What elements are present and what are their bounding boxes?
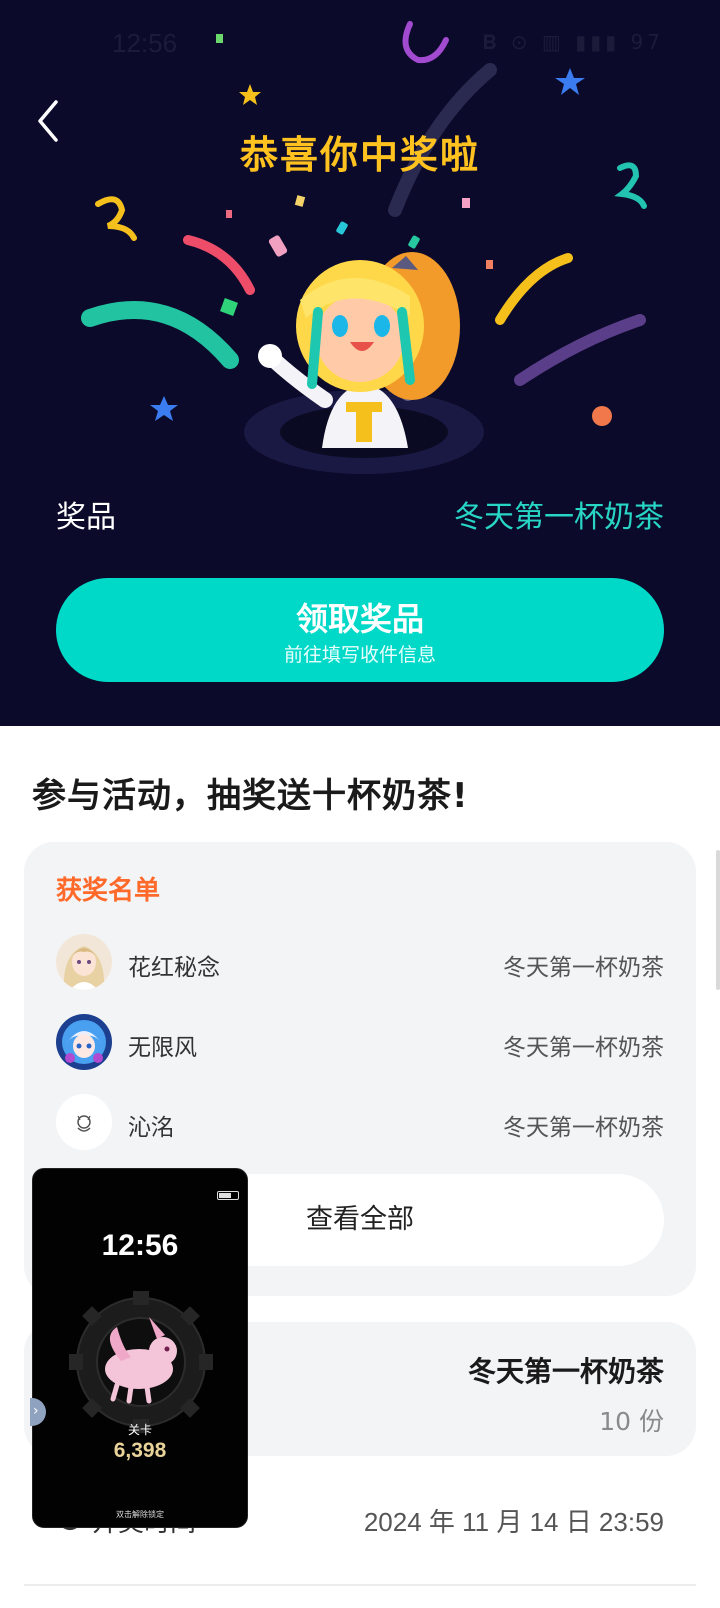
prize-row: 奖品 冬天第一杯奶茶 [56, 486, 664, 535]
avatar [56, 934, 112, 990]
winner-name: 花红秘念 [128, 955, 220, 981]
prize-quantity: 10 份 [599, 1407, 664, 1436]
prize-name: 冬天第一杯奶茶 [467, 1355, 664, 1388]
winner-prize: 冬天第一杯奶茶 [503, 1035, 664, 1061]
claim-button-sublabel: 前往填写收件信息 [283, 644, 436, 666]
winner-row: 沁洺 冬天第一杯奶茶 [56, 1094, 664, 1152]
scrollbar[interactable] [716, 850, 720, 990]
winner-prize: 冬天第一杯奶茶 [503, 1115, 664, 1141]
avatar [56, 1094, 112, 1150]
activity-title: 参与活动，抽奖送十杯奶茶! [32, 776, 469, 816]
claim-button-label: 领取奖品 [295, 600, 424, 638]
hero-banner: 12:56 𝐁 ⊙ ▥ ▮▮▮ 97 恭喜你中奖啦 奖品 冬天第一杯奶茶 领取奖… [0, 0, 720, 726]
unlock-hint: 双击解除锁定 [116, 1510, 164, 1519]
winner-name: 沁洺 [128, 1115, 174, 1141]
prize-label: 奖品 [56, 500, 116, 535]
winner-row: 花红秘念 冬天第一杯奶茶 [56, 934, 664, 992]
status-icons: 𝐁 ⊙ ▥ ▮▮▮ 97 [482, 30, 664, 54]
level-label: 关卡 [127, 1423, 152, 1437]
avatar [56, 1014, 112, 1070]
divider [24, 1584, 696, 1586]
winners-heading: 获奖名单 [56, 876, 161, 906]
gear-creature-artwork [69, 1291, 213, 1433]
hero-title: 恭喜你中奖啦 [239, 133, 480, 177]
chevron-right-icon: › [33, 1403, 39, 1419]
status-time: 12:56 [112, 28, 178, 58]
lockscreen-time: 12:56 [101, 1229, 179, 1262]
battery-icon [217, 1191, 239, 1200]
winner-row: 无限风 冬天第一杯奶茶 [56, 1014, 664, 1072]
winner-prize: 冬天第一杯奶茶 [503, 955, 664, 981]
status-bar: 12:56 𝐁 ⊙ ▥ ▮▮▮ 97 [0, 22, 720, 62]
draw-time-value: 2024 年 11 月 14 日 23:59 [363, 1507, 664, 1537]
prize-value: 冬天第一杯奶茶 [454, 500, 664, 535]
claim-prize-button[interactable]: 领取奖品 前往填写收件信息 [56, 578, 664, 682]
level-value: 6,398 [113, 1439, 167, 1462]
floating-lockscreen-window[interactable]: 12:56 关卡 6,398 双击解除锁定 [32, 1168, 248, 1528]
winner-name: 无限风 [128, 1035, 197, 1061]
